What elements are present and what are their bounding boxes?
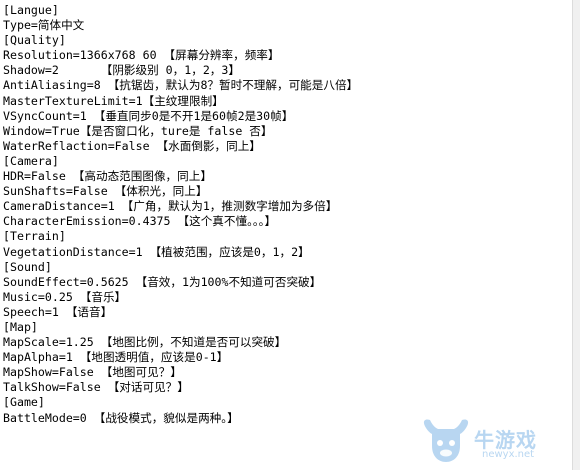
bull-head-logo-icon [423, 419, 469, 462]
section-header-sound: [Sound] [3, 259, 52, 274]
config-text: [Langue] Type=简体中文 [Quality] Resolution=136… [3, 3, 358, 426]
config-line-vegetation-distance: VegetationDistance=1 【植被范围，应该是0，1，2】 [3, 244, 310, 259]
config-line-window: Window=True【是否窗口化，ture是 false 否】 [3, 123, 273, 138]
section-header-langue: [Langue] [3, 3, 59, 17]
config-line-water-reflaction: WaterReflaction=False 【水面倒影，同上】 [3, 138, 261, 153]
config-line-map-scale: MapScale=1.25 【地图比例，不知道是否可以突破】 [3, 335, 287, 350]
config-line-speech: Speech=1 【语音】 [3, 304, 113, 319]
vertical-scrollbar[interactable] [572, 0, 580, 470]
config-line-type: Type=简体中文 [3, 18, 85, 33]
config-line-master-texture-limit: MasterTextureLimit=1【主纹理限制】 [3, 93, 224, 108]
config-line-character-emission: CharacterEmission=0.4375 【这个真不懂。。。】 [3, 214, 277, 229]
config-line-vsync-count: VSyncCount=1 【垂直同步0是不开1是60帧2是30帧】 [3, 108, 294, 123]
config-line-map-show: MapShow=False 【地图可见？】 [3, 365, 182, 380]
config-line-sound-effect: SoundEffect=0.5625 【音效，1为100%不知道可否突破】 [3, 274, 322, 289]
section-header-game: [Game] [3, 395, 45, 410]
section-header-terrain: [Terrain] [3, 229, 66, 244]
config-line-sun-shafts: SunShafts=False 【体积光，同上】 [3, 184, 208, 199]
config-line-hdr: HDR=False 【高动态范围图像，同上】 [3, 169, 212, 184]
config-line-talk-show: TalkShow=False 【对话可见？】 [3, 380, 189, 395]
config-line-battle-mode: BattleMode=0 【战役模式，貌似是两种。】 [3, 410, 239, 425]
site-watermark: 牛游戏 newyx.net [420, 416, 570, 466]
section-header-quality: [Quality] [3, 33, 66, 48]
watermark-url: newyx.net [482, 449, 535, 460]
config-line-camera-distance: CameraDistance=1 【广角，默认为1，推测数字增加为多倍】 [3, 199, 338, 214]
config-line-music: Music=0.25 【音乐】 [3, 289, 127, 304]
config-line-shadow: Shadow=2 【阴影级别 0，1，2，3】 [3, 63, 240, 78]
config-line-map-alpha: MapAlpha=1 【地图透明值，应该是0-1】 [3, 350, 229, 365]
text-editor-area[interactable]: [Langue] Type=简体中文 [Quality] Resolution=136… [0, 0, 573, 470]
section-header-camera: [Camera] [3, 153, 59, 168]
section-header-map: [Map] [3, 319, 38, 334]
config-line-antialiasing: AntiAliasing=8 【抗锯齿，默认为8？暂时不理解，可能是八倍】 [3, 78, 359, 93]
config-line-resolution: Resolution=1366x768 60 【屏幕分辨率，频率】 [3, 48, 280, 63]
